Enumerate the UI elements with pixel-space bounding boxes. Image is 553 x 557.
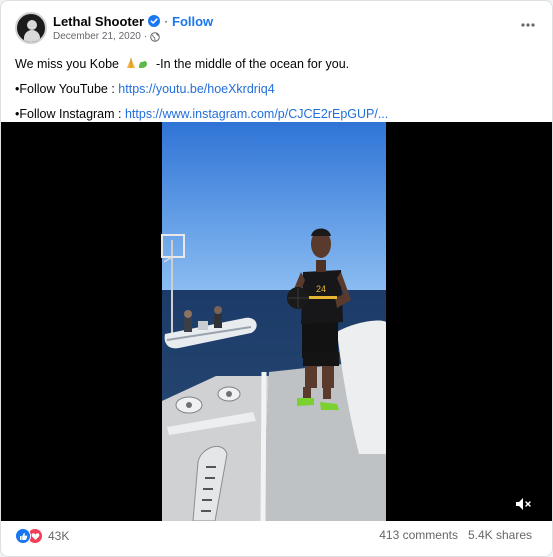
reactions-summary[interactable]: 43K [15,528,69,544]
more-options-icon[interactable] [516,16,540,34]
page-name-link[interactable]: Lethal Shooter [53,14,144,29]
like-reaction-icon [15,528,31,544]
follow-button[interactable]: Follow [172,14,213,29]
verified-badge-icon [148,15,161,27]
video-player[interactable]: 24 [1,122,552,521]
youtube-label: •Follow YouTube : [15,82,119,96]
post-text: We miss you Kobe -In the middle of the o… [15,52,540,127]
youtube-link[interactable]: https://youtu.be/hoeXkrdriq4 [118,82,274,96]
post-text-line-1: We miss you Kobe -In the middle of the o… [15,52,540,77]
post-text-line-2: •Follow YouTube : https://youtu.be/hoeXk… [15,77,540,102]
instagram-label: •Follow Instagram : [15,107,125,121]
volume-muted-icon[interactable] [514,495,532,513]
post-text-kobe: We miss you Kobe [15,57,119,71]
shares-count[interactable]: 5.4K shares [468,528,532,542]
name-separator: · [164,14,169,28]
sky [162,122,386,292]
post-meta: December 21, 2020 · [53,31,160,42]
praying-hands-emoji-icon [127,58,148,68]
reaction-count[interactable]: 43K [48,529,69,543]
comments-count[interactable]: 413 comments [379,528,458,542]
globe-icon [150,31,160,42]
page-avatar[interactable] [15,12,47,44]
post-text-ocean: -In the middle of the ocean for you. [155,57,350,71]
engagement-counts: 413 comments 5.4K shares [379,528,532,542]
post-header: Lethal Shooter · Follow December 21, 202… [15,12,540,44]
name-line: Lethal Shooter · Follow [53,13,213,29]
video-frame: 24 [1,122,552,521]
post-date[interactable]: December 21, 2020 [53,31,141,42]
date-separator: · [143,31,148,42]
post-footer: 43K 413 comments 5.4K shares [15,528,540,548]
post-card: Lethal Shooter · Follow December 21, 202… [0,0,553,557]
jersey-number: 24 [316,284,326,294]
instagram-link[interactable]: https://www.instagram.com/p/CJCE2rEpGUP/… [125,107,388,121]
